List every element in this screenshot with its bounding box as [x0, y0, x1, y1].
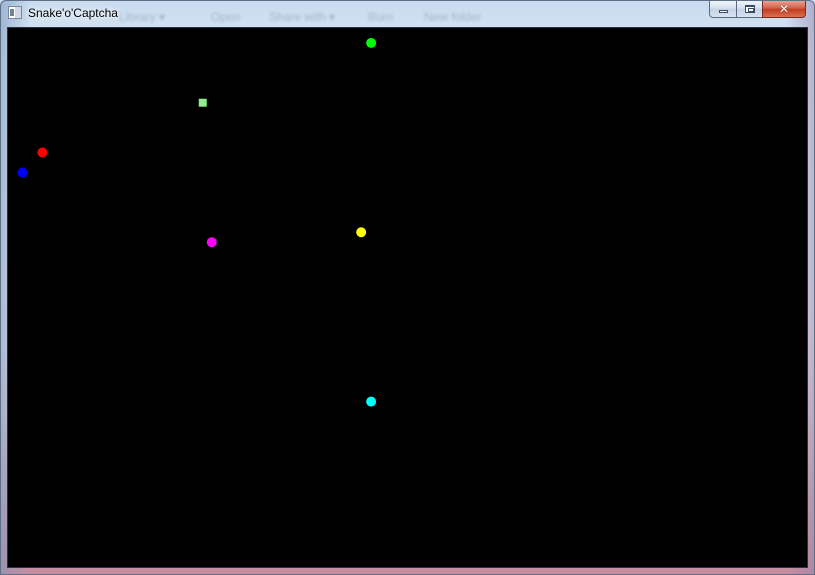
window-controls: ✕	[709, 1, 806, 18]
game-field	[17, 37, 377, 407]
window-app-icon[interactable]	[8, 6, 22, 19]
background-menu-share: Share with ▾	[269, 10, 336, 24]
background-menu-open: Open	[211, 10, 241, 24]
maximize-button[interactable]	[736, 1, 762, 18]
dot-red	[37, 147, 48, 158]
background-menu-library: Library ▾	[119, 10, 166, 24]
close-button[interactable]: ✕	[762, 1, 806, 18]
food-square	[198, 98, 207, 107]
app-window: Library ▾ Open Share with ▾ Burn New fol…	[0, 0, 815, 575]
dot-magenta	[206, 237, 217, 248]
background-menu-new-folder: New folder	[424, 10, 482, 24]
dot-green	[366, 37, 377, 48]
minimize-icon	[718, 10, 728, 13]
title-bar[interactable]: Library ▾ Open Share with ▾ Burn New fol…	[1, 1, 814, 27]
dot-blue	[17, 167, 28, 178]
close-icon: ✕	[778, 2, 790, 16]
dot-yellow	[356, 227, 367, 238]
minimize-button[interactable]	[709, 1, 736, 18]
window-title: Snake'o'Captcha	[28, 6, 118, 20]
dot-cyan	[366, 396, 377, 407]
background-menu-burn: Burn	[368, 10, 394, 24]
game-canvas[interactable]	[7, 27, 808, 568]
maximize-icon	[744, 5, 755, 13]
